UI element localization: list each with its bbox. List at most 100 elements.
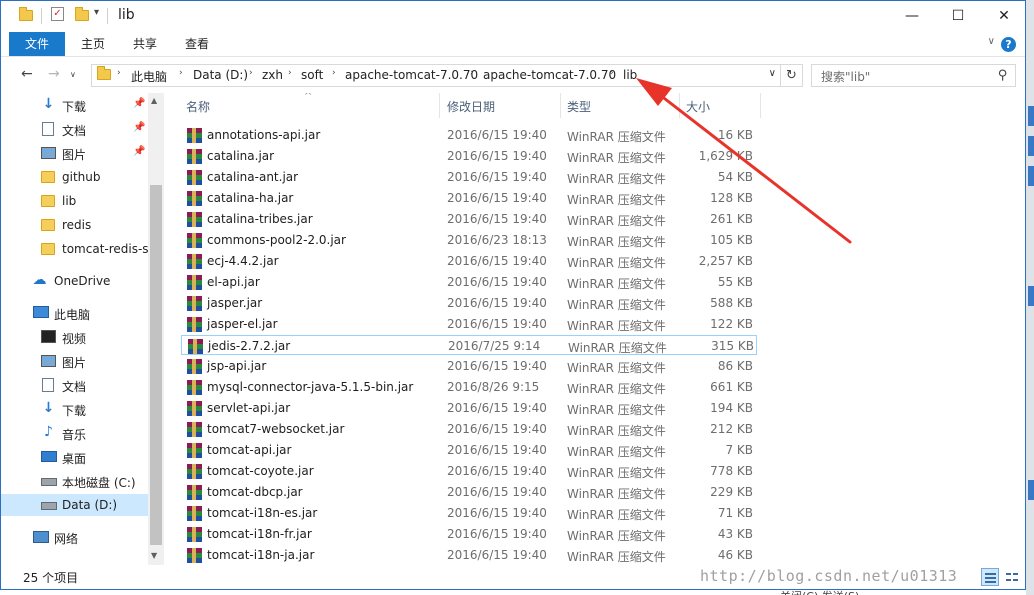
column-header-size[interactable]: 大小 (680, 93, 760, 118)
table-row[interactable]: catalina-tribes.jar 2016/6/15 19:40 WinRAR… (181, 209, 757, 229)
address-bar[interactable]: › 此电脑 › Data (D:) › zxh › soft › apache-… (91, 64, 781, 87)
table-row[interactable]: tomcat7-websocket.jar 2016/6/15 19:40 WinR… (181, 419, 757, 439)
sidebar-item-lib[interactable]: lib (1, 190, 148, 212)
scrollbar-thumb[interactable] (150, 185, 162, 545)
tab-file[interactable]: 文件 (9, 32, 65, 56)
details-view-button[interactable] (981, 568, 999, 586)
sidebar-item-music[interactable]: ♪ 音乐 (1, 422, 148, 444)
file-name: tomcat-i18n-fr.jar (207, 527, 312, 541)
sidebar-item-label: 文档 (62, 380, 87, 394)
sidebar-item-videos[interactable]: 视频 (1, 326, 148, 348)
sidebar-item-redis[interactable]: redis (1, 214, 148, 236)
sidebar-item-tomcat-redis[interactable]: tomcat-redis-ses (1, 238, 148, 260)
sidebar-item-this-pc[interactable]: 此电脑 (1, 302, 148, 324)
table-row[interactable]: jsp-api.jar 2016/6/15 19:40 WinRAR 压缩文件 86 … (181, 356, 757, 376)
column-header-date[interactable]: 修改日期 (440, 93, 560, 118)
file-date: 2016/6/15 19:40 (447, 149, 547, 163)
table-row[interactable]: servlet-api.jar 2016/6/15 19:40 WinRAR 压缩文… (181, 398, 757, 418)
breadcrumb-soft[interactable]: soft (301, 68, 323, 82)
table-row[interactable]: tomcat-i18n-fr.jar 2016/6/15 19:40 WinRAR … (181, 524, 757, 544)
table-row[interactable]: jasper-el.jar 2016/6/15 19:40 WinRAR 压缩文件 1… (181, 314, 757, 334)
file-size: 315 KB (711, 339, 754, 353)
file-size: 46 KB (717, 548, 753, 562)
table-row[interactable]: ecj-4.4.2.jar 2016/6/15 19:40 WinRAR 压缩文件 2… (181, 251, 757, 271)
file-size: 7 KB (725, 443, 753, 457)
file-name: tomcat-i18n-es.jar (207, 506, 318, 520)
file-type: WinRAR 压缩文件 (567, 193, 666, 207)
sidebar-item-documents-pinned[interactable]: 文档 📌 (1, 118, 148, 140)
sidebar-item-data-d[interactable]: Data (D:) (1, 494, 148, 516)
refresh-button[interactable]: ↻ (781, 64, 803, 87)
table-row[interactable]: el-api.jar 2016/6/15 19:40 WinRAR 压缩文件 55 K… (181, 272, 757, 292)
sidebar-item-pictures[interactable]: 图片 (1, 350, 148, 372)
search-input[interactable]: 搜索"lib" ⚲ (811, 64, 1016, 87)
table-row[interactable]: catalina-ha.jar 2016/6/15 19:40 WinRAR 压缩文… (181, 188, 757, 208)
scroll-up-icon[interactable]: ▲ (151, 96, 157, 105)
file-list-scrollbar[interactable] (1009, 93, 1025, 565)
table-row[interactable]: catalina-ant.jar 2016/6/15 19:40 WinRAR 压缩… (181, 167, 757, 187)
table-row[interactable]: tomcat-dbcp.jar 2016/6/15 19:40 WinRAR 压缩文… (181, 482, 757, 502)
file-type: WinRAR 压缩文件 (567, 382, 666, 396)
sidebar-item-desktop[interactable]: 桌面 (1, 446, 148, 468)
sidebar-item-downloads[interactable]: ↓ 下载 (1, 398, 148, 420)
breadcrumb-zxh[interactable]: zxh (262, 68, 283, 82)
breadcrumb-tomcat-1[interactable]: apache-tomcat-7.0.70 (345, 68, 478, 82)
file-type: WinRAR 压缩文件 (567, 298, 666, 312)
file-type: WinRAR 压缩文件 (567, 235, 666, 249)
sidebar-item-github[interactable]: github (1, 166, 148, 188)
file-size: 778 KB (710, 464, 753, 478)
file-name: catalina.jar (207, 149, 275, 163)
watermark: http://blog.csdn.net/u01313 (700, 567, 958, 585)
sidebar-item-pictures-pinned[interactable]: 图片 📌 (1, 142, 148, 164)
properties-check-icon[interactable]: ✓ (51, 7, 64, 25)
table-row[interactable]: commons-pool2-2.0.jar 2016/6/23 18:13 WinR… (181, 230, 757, 250)
large-icons-view-button[interactable] (1002, 568, 1020, 586)
table-row[interactable]: mysql-connector-java-5.1.5-bin.jar 2016/8… (181, 377, 757, 397)
ribbon-expand-icon[interactable]: ∨ (988, 36, 995, 47)
back-button[interactable]: ← (21, 66, 33, 82)
forward-button[interactable]: → (48, 66, 60, 82)
table-row[interactable]: catalina.jar 2016/6/15 19:40 WinRAR 压缩文件 1,… (181, 146, 757, 166)
sidebar-item-onedrive[interactable]: ☁ OneDrive (1, 270, 148, 292)
table-row[interactable]: tomcat-coyote.jar 2016/6/15 19:40 WinRAR 压… (181, 461, 757, 481)
table-row[interactable]: annotations-api.jar 2016/6/15 19:40 WinRAR… (181, 125, 757, 145)
sidebar-item-label: Data (D:) (62, 498, 118, 512)
table-row[interactable]: tomcat-api.jar 2016/6/15 19:40 WinRAR 压缩文件… (181, 440, 757, 460)
navigation-pane-scrollbar[interactable]: ▲ ▼ (148, 93, 164, 565)
table-row[interactable]: jedis-2.7.2.jar 2016/7/25 9:14 WinRAR 压缩文件… (181, 335, 757, 355)
column-header-name[interactable]: 名称 ^ (164, 93, 439, 118)
search-icon[interactable]: ⚲ (998, 68, 1008, 83)
maximize-button[interactable]: ☐ (935, 1, 981, 32)
breadcrumb-tomcat-2[interactable]: apache-tomcat-7.0.70 (483, 68, 616, 82)
sidebar-item-downloads-pinned[interactable]: ↓ 下载 📌 (1, 94, 148, 116)
file-name: tomcat-coyote.jar (207, 464, 314, 478)
sidebar-item-network[interactable]: 网络 (1, 526, 148, 548)
scroll-down-icon[interactable]: ▼ (151, 551, 157, 560)
onedrive-icon: ☁ (32, 272, 47, 288)
help-icon[interactable]: ? (1001, 37, 1016, 52)
minimize-button[interactable]: — (889, 1, 935, 32)
sidebar-item-label: 桌面 (62, 452, 87, 466)
table-row[interactable]: tomcat-i18n-es.jar 2016/6/15 19:40 WinRAR … (181, 503, 757, 523)
navigation-pane: ↓ 下载 📌 文档 📌 图片 📌 github lib redis tomcat… (1, 93, 164, 565)
customize-quick-access-icon[interactable]: ▾ (94, 7, 99, 25)
tab-view[interactable]: 查看 (175, 32, 219, 56)
table-row[interactable]: tomcat-i18n-ja.jar 2016/6/15 19:40 WinRAR … (181, 545, 757, 565)
breadcrumb-this-pc[interactable]: 此电脑 (131, 68, 167, 85)
column-label: 大小 (686, 100, 711, 114)
winrar-archive-icon (187, 317, 202, 332)
sidebar-item-local-disk-c[interactable]: 本地磁盘 (C:) (1, 470, 148, 492)
new-folder-icon[interactable] (75, 7, 89, 28)
table-row[interactable]: jasper.jar 2016/6/15 19:40 WinRAR 压缩文件 588 … (181, 293, 757, 313)
winrar-archive-icon (187, 380, 202, 395)
column-header-type[interactable]: 类型 (561, 93, 679, 118)
address-dropdown-icon[interactable]: ∨ (769, 68, 776, 79)
tab-home[interactable]: 主页 (71, 32, 115, 56)
recent-locations-icon[interactable]: ∨ (70, 70, 76, 79)
file-name: tomcat-dbcp.jar (207, 485, 303, 499)
sidebar-item-documents[interactable]: 文档 (1, 374, 148, 396)
breadcrumb-lib[interactable]: lib (623, 68, 637, 82)
close-button[interactable]: ✕ (981, 1, 1025, 32)
breadcrumb-data-d[interactable]: Data (D:) (193, 68, 248, 82)
tab-share[interactable]: 共享 (123, 32, 167, 56)
